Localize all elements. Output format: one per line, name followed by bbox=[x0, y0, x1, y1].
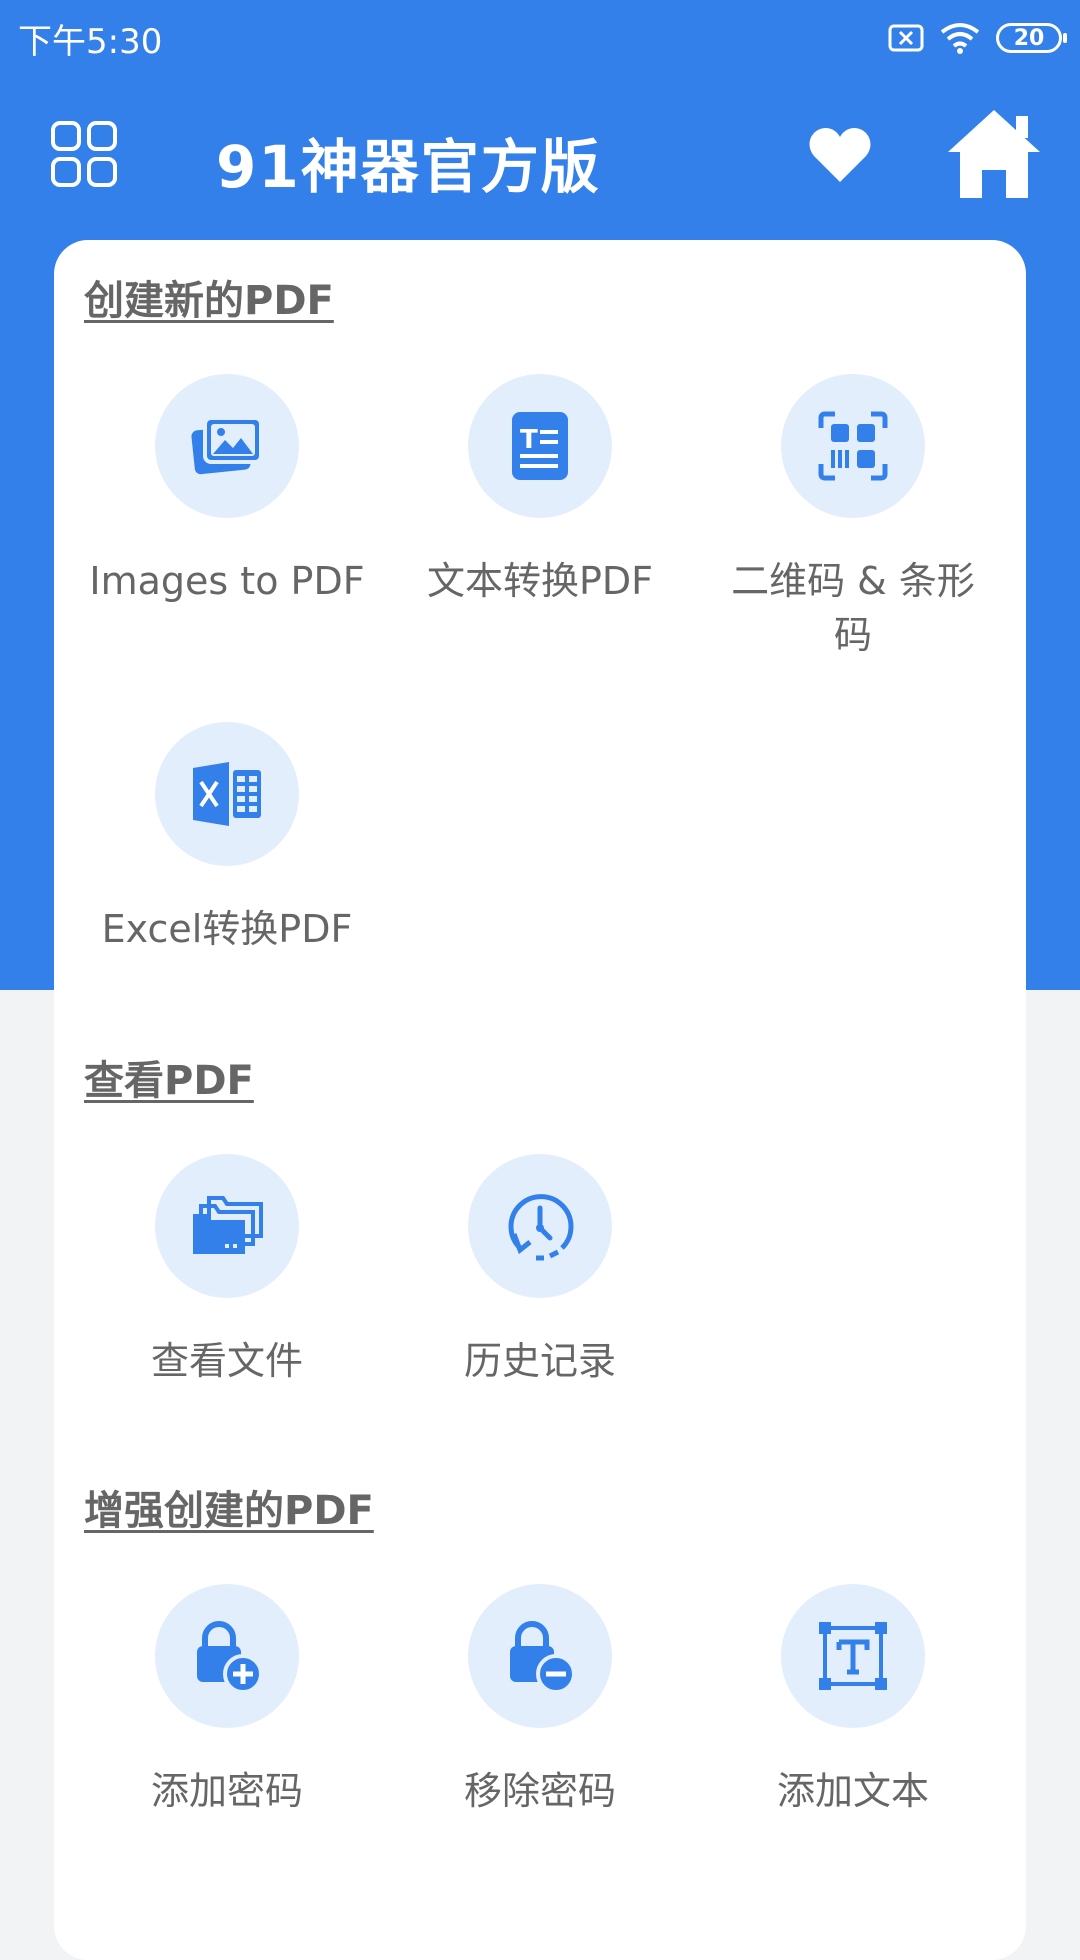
tile-icon-circle bbox=[781, 374, 925, 518]
tile-add-text[interactable]: 添加文本 bbox=[696, 1584, 1010, 1818]
tile-label: 查看文件 bbox=[150, 1339, 303, 1383]
menu-button[interactable] bbox=[50, 120, 118, 188]
folder-icon bbox=[193, 1196, 263, 1254]
tile-excel-to-pdf[interactable]: Excel转换PDF bbox=[70, 722, 384, 956]
battery-indicator: 20 bbox=[996, 23, 1067, 53]
tile-label: 添加文本 bbox=[776, 1769, 929, 1813]
grid-menu-icon bbox=[51, 121, 117, 187]
excel-icon bbox=[193, 762, 261, 826]
app-bar: 91神器官方版 bbox=[0, 100, 1080, 220]
tile-label: Images to PDF bbox=[89, 559, 365, 603]
tile-add-password[interactable]: 添加密码 bbox=[70, 1584, 384, 1818]
tile-images-to-pdf[interactable]: Images to PDF bbox=[70, 374, 384, 608]
tile-qr-barcode[interactable]: 二维码 & 条形码 bbox=[696, 374, 1010, 662]
tile-history[interactable]: 历史记录 bbox=[383, 1154, 697, 1388]
home-icon bbox=[948, 110, 1040, 198]
section-title-view: 查看PDF bbox=[84, 1058, 254, 1104]
image-icon bbox=[191, 416, 263, 475]
add-text-icon bbox=[819, 1622, 887, 1690]
sim-error-icon bbox=[888, 24, 924, 52]
section-title-enhance: 增强创建的PDF bbox=[84, 1488, 374, 1534]
tile-icon-circle bbox=[155, 1154, 299, 1298]
status-icons: 20 bbox=[888, 22, 1067, 54]
battery-level: 20 bbox=[1013, 25, 1045, 51]
tile-icon-circle bbox=[155, 1584, 299, 1728]
tile-icon-circle bbox=[468, 1584, 612, 1728]
app-title: 91神器官方版 bbox=[216, 133, 601, 201]
tile-label: 移除密码 bbox=[463, 1769, 616, 1813]
section-title-create: 创建新的PDF bbox=[84, 278, 334, 324]
qr-code-icon bbox=[818, 411, 888, 481]
svg-text:T: T bbox=[520, 425, 538, 455]
status-time: 下午5:30 bbox=[18, 21, 163, 62]
text-document-icon: T bbox=[512, 412, 568, 480]
tile-label: 添加密码 bbox=[150, 1769, 303, 1813]
tile-remove-password[interactable]: 移除密码 bbox=[383, 1584, 697, 1818]
tile-icon-circle: T bbox=[468, 374, 612, 518]
tile-label: 历史记录 bbox=[463, 1339, 616, 1383]
status-bar: 下午5:30 20 bbox=[0, 0, 1080, 76]
favorite-button[interactable] bbox=[808, 126, 872, 184]
tile-icon-circle bbox=[468, 1154, 612, 1298]
home-button[interactable] bbox=[944, 106, 1044, 202]
tile-icon-circle bbox=[155, 374, 299, 518]
lock-remove-icon bbox=[510, 1621, 576, 1692]
tile-text-to-pdf[interactable]: T 文本转换PDF bbox=[383, 374, 697, 608]
lock-add-icon bbox=[197, 1621, 263, 1692]
tile-icon-circle bbox=[155, 722, 299, 866]
history-icon bbox=[508, 1194, 574, 1261]
main-card: 创建新的PDF Images to PDF T 文本转换PDF 二维码 & 条形… bbox=[54, 240, 1026, 1960]
tile-icon-circle bbox=[781, 1584, 925, 1728]
tile-label: Excel转换PDF bbox=[101, 907, 353, 951]
tile-view-files[interactable]: 查看文件 bbox=[70, 1154, 384, 1388]
tile-label: 二维码 & 条形码 bbox=[731, 559, 975, 657]
wifi-icon bbox=[940, 23, 980, 54]
tile-label: 文本转换PDF bbox=[426, 559, 654, 603]
heart-icon bbox=[809, 128, 871, 182]
